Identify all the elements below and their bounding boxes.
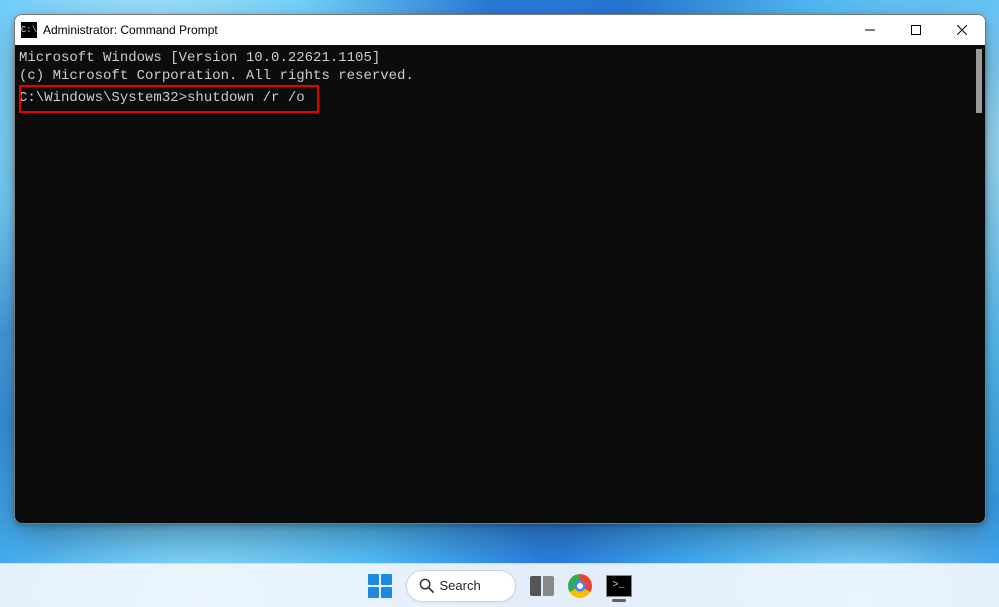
console-area[interactable]: Microsoft Windows [Version 10.0.22621.11… — [15, 45, 985, 523]
taskbar: Search >_ — [0, 563, 999, 607]
console-line: Microsoft Windows [Version 10.0.22621.11… — [19, 49, 985, 67]
cmd-app-icon: C:\ — [21, 22, 37, 38]
maximize-button[interactable] — [893, 15, 939, 45]
console-line: (c) Microsoft Corporation. All rights re… — [19, 67, 985, 85]
search-icon — [419, 578, 434, 593]
chrome-icon — [568, 574, 592, 598]
task-view-button[interactable] — [526, 569, 558, 603]
search-pill[interactable]: Search — [406, 570, 516, 602]
maximize-icon — [911, 25, 921, 35]
close-icon — [957, 25, 967, 35]
titlebar[interactable]: C:\ Administrator: Command Prompt — [15, 15, 985, 45]
search-label: Search — [440, 578, 481, 593]
close-button[interactable] — [939, 15, 985, 45]
console-prompt-line: C:\Windows\System32>shutdown /r /o — [19, 85, 985, 111]
minimize-button[interactable] — [847, 15, 893, 45]
windows-logo-icon — [368, 574, 392, 598]
chrome-taskbar-button[interactable] — [564, 569, 596, 603]
minimize-icon — [865, 25, 875, 35]
cmd-icon: >_ — [606, 575, 632, 597]
scrollbar-thumb[interactable] — [976, 49, 982, 113]
cmd-taskbar-button[interactable]: >_ — [602, 569, 636, 603]
start-button[interactable] — [364, 569, 396, 603]
window-title: Administrator: Command Prompt — [43, 23, 218, 37]
command-prompt-window: C:\ Administrator: Command Prompt Micros… — [14, 14, 986, 524]
search-button[interactable]: Search — [402, 569, 520, 603]
task-view-icon — [530, 576, 554, 596]
